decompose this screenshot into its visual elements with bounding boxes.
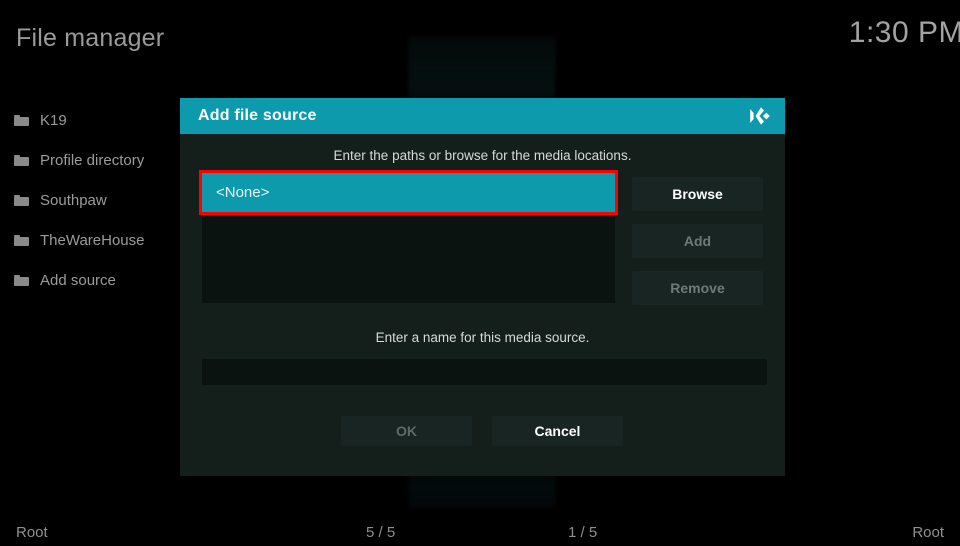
status-left-path: Root — [16, 524, 48, 541]
folder-icon — [14, 274, 29, 286]
remove-button[interactable]: Remove — [632, 271, 763, 305]
sidebar-item-label: Southpaw — [40, 191, 107, 209]
page-title: File manager — [16, 24, 165, 52]
folder-icon — [14, 114, 29, 126]
folder-icon — [14, 154, 29, 166]
sidebar: K19 Profile directory Southpaw TheWareHo… — [0, 100, 180, 300]
ok-button[interactable]: OK — [341, 416, 472, 446]
path-row: <None> Browse Add Remove — [180, 170, 785, 309]
folder-icon — [14, 234, 29, 246]
sidebar-item-label: Profile directory — [40, 151, 145, 169]
status-right-path: Root — [912, 524, 944, 541]
status-right-count: 1 / 5 — [568, 524, 598, 541]
status-left-count: 5 / 5 — [366, 524, 396, 541]
sidebar-item-profile-directory[interactable]: Profile directory — [0, 140, 180, 180]
sidebar-item-label: K19 — [40, 111, 67, 129]
folder-icon — [14, 194, 29, 206]
sidebar-item-add-source[interactable]: Add source — [0, 260, 180, 300]
browse-button[interactable]: Browse — [632, 177, 763, 211]
sidebar-item-southpaw[interactable]: Southpaw — [0, 180, 180, 220]
kodi-logo-icon — [747, 105, 771, 127]
dialog-title: Add file source — [198, 107, 317, 124]
path-list[interactable]: <None> — [202, 173, 615, 303]
sidebar-item-label: Add source — [40, 271, 116, 289]
add-file-source-dialog: Add file source Enter the paths or brows… — [180, 98, 785, 476]
clock: 1:30 PM — [848, 16, 960, 49]
sidebar-item-k19[interactable]: K19 — [0, 100, 180, 140]
path-list-item[interactable]: <None> — [202, 173, 615, 212]
media-source-name-input[interactable] — [202, 359, 767, 385]
hint-paths-label: Enter the paths or browse for the media … — [333, 148, 632, 163]
sidebar-item-label: TheWareHouse — [40, 231, 145, 249]
sidebar-item-thewarehouse[interactable]: TheWareHouse — [0, 220, 180, 260]
hint-name-label: Enter a name for this media source. — [375, 330, 590, 345]
dialog-header: Add file source — [180, 98, 785, 134]
cancel-button[interactable]: Cancel — [492, 416, 623, 446]
add-button[interactable]: Add — [632, 224, 763, 258]
status-bar: Root 5 / 5 1 / 5 Root — [0, 520, 960, 546]
